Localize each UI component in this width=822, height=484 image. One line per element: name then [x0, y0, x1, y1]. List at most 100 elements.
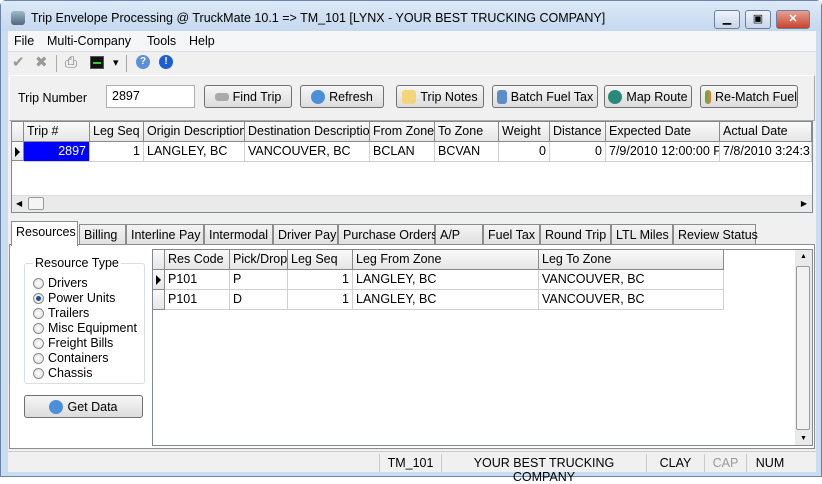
status-caps-lock: CAP [704, 454, 746, 472]
cell-destination[interactable]: VANCOUVER, BC [245, 142, 370, 162]
column-header[interactable]: To Zone [435, 122, 499, 142]
cell-leg-seq[interactable]: 1 [288, 290, 353, 310]
find-trip-button[interactable]: Find Trip [204, 85, 292, 108]
checkmark-icon[interactable]: ✔ [12, 55, 25, 71]
cancel-icon[interactable]: ✖ [35, 55, 48, 71]
tab-driver-pay[interactable]: Driver Pay [273, 224, 338, 245]
minimize-button[interactable]: ▁ [714, 10, 740, 29]
client-area: File Multi-Company Tools Help ✔ ✖ ⎙ ▾ ? … [8, 31, 816, 484]
vertical-scrollbar[interactable]: ▲ ▼ [795, 250, 812, 445]
tab-ltl-miles[interactable]: LTL Miles [611, 224, 673, 245]
rematch-fuel-button[interactable]: Re-Match Fuel [700, 85, 798, 108]
cell-res-code[interactable]: P101 [165, 270, 230, 290]
column-header[interactable]: Weight [499, 122, 550, 142]
get-data-button[interactable]: Get Data [24, 395, 143, 418]
radio-freight-bills[interactable]: Freight Bills [33, 336, 113, 350]
column-header[interactable]: Destination Description [245, 122, 370, 142]
scroll-right-icon[interactable]: ▶ [801, 199, 807, 208]
cell-pick-drop[interactable]: P [230, 270, 288, 290]
radio-containers[interactable]: Containers [33, 351, 108, 365]
menu-file[interactable]: File [14, 34, 34, 48]
column-header[interactable]: Expected Date [606, 122, 720, 142]
scroll-thumb[interactable] [28, 197, 44, 210]
window-title: Trip Envelope Processing @ TruckMate 10.… [31, 11, 606, 25]
title-bar: Trip Envelope Processing @ TruckMate 10.… [1, 1, 821, 31]
radio-drivers[interactable]: Drivers [33, 276, 88, 290]
radio-power-units[interactable]: Power Units [33, 291, 115, 305]
tab-review-status[interactable]: Review Status [673, 224, 758, 245]
cell-origin[interactable]: LANGLEY, BC [144, 142, 245, 162]
scroll-up-icon[interactable]: ▲ [800, 253, 807, 260]
cell-to-zone[interactable]: BCVAN [435, 142, 499, 162]
cell-leg-seq[interactable]: 1 [90, 142, 144, 162]
tab-purchase-orders[interactable]: Purchase Orders [338, 224, 437, 245]
cell-from-zone[interactable]: BCLAN [370, 142, 435, 162]
cell-leg-from-zone[interactable]: LANGLEY, BC [353, 270, 539, 290]
info-icon[interactable]: ! [159, 55, 173, 69]
radio-button[interactable] [33, 352, 44, 364]
radio-button[interactable] [33, 307, 44, 319]
radio-misc-equipment[interactable]: Misc Equipment [33, 321, 137, 335]
maximize-button[interactable]: ▣ [745, 10, 771, 29]
column-header[interactable]: Leg Seq [288, 250, 353, 270]
cell-actual-date[interactable]: 7/8/2010 3:24:31 PM [720, 142, 812, 162]
cell-leg-to-zone[interactable]: VANCOUVER, BC [539, 270, 724, 290]
globe-icon [608, 89, 623, 104]
tab-resources[interactable]: Resources [11, 221, 78, 246]
cell-trip-number[interactable]: 2897 [24, 142, 90, 162]
column-header[interactable]: Leg From Zone [353, 250, 539, 270]
tab-round-trip[interactable]: Round Trip [540, 224, 611, 245]
current-row-icon [15, 147, 20, 157]
cell-leg-to-zone[interactable]: VANCOUVER, BC [539, 290, 724, 310]
close-button[interactable]: ✕ [776, 10, 810, 29]
radio-button[interactable] [33, 322, 44, 334]
tab-ap[interactable]: A/P [435, 224, 483, 245]
dropdown-icon[interactable]: ▾ [113, 55, 119, 71]
column-header[interactable]: From Zone [370, 122, 435, 142]
tab-interline-pay[interactable]: Interline Pay [126, 224, 204, 245]
row-indicator-header [12, 122, 24, 142]
app-icon [11, 11, 25, 25]
column-header[interactable]: Origin Description [144, 122, 245, 142]
menu-multi-company[interactable]: Multi-Company [47, 34, 131, 48]
cell-leg-seq[interactable]: 1 [288, 270, 353, 290]
column-header[interactable]: Actual Date [720, 122, 812, 142]
scroll-down-icon[interactable]: ▼ [800, 435, 807, 442]
print-icon[interactable]: ⎙ [65, 55, 77, 71]
batch-fuel-tax-button[interactable]: Batch Fuel Tax [492, 85, 598, 108]
refresh-button[interactable]: Refresh [300, 85, 384, 108]
cell-pick-drop[interactable]: D [230, 290, 288, 310]
radio-button[interactable] [33, 337, 44, 349]
cell-res-code[interactable]: P101 [165, 290, 230, 310]
map-route-button[interactable]: Map Route [604, 85, 692, 108]
app-window: Trip Envelope Processing @ TruckMate 10.… [0, 0, 822, 484]
radio-button-selected[interactable] [33, 292, 44, 304]
radio-button[interactable] [33, 277, 44, 289]
screen-icon[interactable] [90, 56, 104, 69]
scroll-left-icon[interactable]: ◀ [16, 199, 22, 208]
cell-weight[interactable]: 0 [499, 142, 550, 162]
column-header[interactable]: Distance [550, 122, 606, 142]
tab-intermodal[interactable]: Intermodal [204, 224, 273, 245]
column-header[interactable]: Pick/Drop [230, 250, 288, 270]
column-header[interactable]: Leg To Zone [539, 250, 724, 270]
column-header[interactable]: Res Code [165, 250, 230, 270]
horizontal-scrollbar[interactable]: ◀ ▶ [12, 195, 812, 212]
radio-chassis[interactable]: Chassis [33, 366, 92, 380]
tab-billing[interactable]: Billing [79, 224, 126, 245]
help-icon[interactable]: ? [136, 55, 150, 69]
scroll-thumb[interactable] [796, 266, 810, 430]
tab-fuel-tax[interactable]: Fuel Tax [483, 224, 540, 245]
column-header[interactable]: Trip # [24, 122, 90, 142]
calculator-icon [496, 89, 507, 104]
cell-distance[interactable]: 0 [550, 142, 606, 162]
cell-leg-from-zone[interactable]: LANGLEY, BC [353, 290, 539, 310]
menu-tools[interactable]: Tools [147, 34, 176, 48]
trip-number-input[interactable]: 2897 [106, 85, 195, 108]
radio-trailers[interactable]: Trailers [33, 306, 89, 320]
radio-button[interactable] [33, 367, 44, 379]
menu-help[interactable]: Help [189, 34, 215, 48]
cell-expected-date[interactable]: 7/9/2010 12:00:00 PM [606, 142, 720, 162]
column-header[interactable]: Leg Seq [90, 122, 144, 142]
trip-notes-button[interactable]: Trip Notes [396, 85, 484, 108]
